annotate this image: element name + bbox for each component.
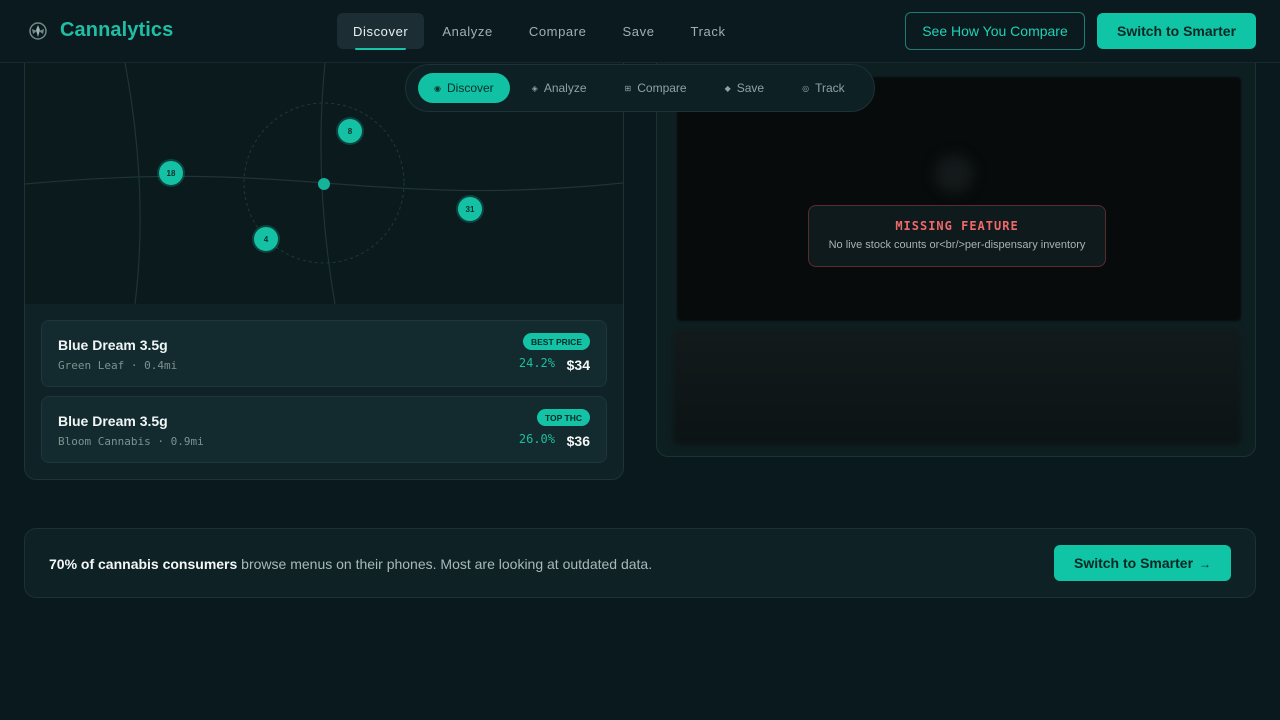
diamond-icon: ◈: [531, 83, 538, 93]
product-listing[interactable]: Blue Dream 3.5g Bloom Cannabis · 0.9mi T…: [41, 396, 607, 463]
discover-card: 8 18 31 4 Blue Dream 3.5g Green Leaf · 0…: [24, 63, 624, 480]
banner-text: 70% of cannabis consumers browse menus o…: [49, 556, 652, 572]
map-pin[interactable]: 8: [338, 119, 362, 143]
pill-compare[interactable]: ⊞ Compare: [609, 73, 703, 103]
brand-name: Cannalytics: [60, 19, 174, 41]
map-pin[interactable]: 4: [254, 227, 278, 251]
user-location-dot: [318, 178, 330, 190]
pill-label: Compare: [637, 81, 687, 95]
missing-feature-description: No live stock counts or<br/>per-dispensa…: [828, 239, 1086, 251]
nav-discover[interactable]: Discover: [337, 13, 425, 50]
stat-banner: 70% of cannabis consumers browse menus o…: [24, 528, 1256, 598]
top-header: Cannalytics Discover Analyze Compare Sav…: [0, 0, 1280, 63]
radio-dot-icon: ◉: [434, 83, 441, 93]
competitor-preview-card: MISSING FEATURE No live stock counts or<…: [656, 63, 1256, 457]
missing-feature-title: MISSING FEATURE: [895, 219, 1019, 233]
nav-save[interactable]: Save: [605, 13, 673, 49]
pill-save[interactable]: ◆ Save: [709, 73, 781, 103]
banner-button-label: Switch to Smarter: [1073, 555, 1194, 571]
banner-stat: 70% of cannabis consumers: [49, 556, 238, 572]
target-icon: ◎: [802, 83, 810, 93]
blurred-content: [673, 329, 1241, 445]
product-listing[interactable]: Blue Dream 3.5g Green Leaf · 0.4mi BEST …: [41, 320, 607, 387]
blurred-preview: [677, 77, 1241, 321]
nav-compare[interactable]: Compare: [511, 13, 605, 49]
pill-label: Save: [736, 81, 765, 95]
dispensary-distance: Green Leaf · 0.4mi: [58, 359, 178, 372]
dispensary-distance: Bloom Cannabis · 0.9mi: [58, 435, 204, 448]
banner-switch-button[interactable]: Switch to Smarter →: [1054, 545, 1231, 581]
pill-analyze[interactable]: ◈ Analyze: [516, 73, 603, 103]
product-price: $36: [566, 433, 590, 449]
switch-to-smarter-button[interactable]: Switch to Smarter: [1097, 13, 1256, 49]
missing-feature-callout: MISSING FEATURE No live stock counts or<…: [808, 205, 1106, 267]
product-title: Blue Dream 3.5g: [58, 337, 168, 353]
pill-label: Discover: [446, 81, 494, 95]
map-pin[interactable]: 18: [159, 161, 183, 185]
best-price-badge: BEST PRICE: [522, 333, 590, 350]
banner-description: browse menus on their phones. Most are l…: [237, 556, 653, 572]
grid-icon: ⊞: [624, 83, 632, 93]
main-nav: Discover Analyze Compare Save Track: [337, 13, 744, 50]
pill-label: Analyze: [543, 81, 587, 95]
thc-percent: 26.0%: [518, 432, 555, 446]
top-thc-badge: TOP THC: [537, 409, 590, 426]
pill-track[interactable]: ◎ Track: [786, 73, 861, 103]
thc-percent: 24.2%: [518, 356, 555, 370]
product-price: $34: [566, 357, 590, 373]
see-how-you-compare-button[interactable]: See How You Compare: [905, 12, 1085, 50]
product-title: Blue Dream 3.5g: [58, 413, 168, 429]
arrow-right-icon: →: [1199, 557, 1212, 571]
pill-discover[interactable]: ◉ Discover: [418, 73, 510, 103]
solid-diamond-icon: ◆: [724, 83, 731, 93]
brand[interactable]: Cannalytics: [28, 19, 173, 42]
pill-label: Track: [815, 81, 845, 95]
blurred-spinner: [935, 155, 973, 193]
leaf-logo-icon: [29, 21, 47, 40]
nav-track[interactable]: Track: [673, 13, 744, 49]
feature-pill-nav: ◉ Discover ◈ Analyze ⊞ Compare ◆ Save ◎ …: [405, 64, 875, 112]
nav-analyze[interactable]: Analyze: [424, 13, 510, 49]
map-pin[interactable]: 31: [458, 197, 482, 221]
